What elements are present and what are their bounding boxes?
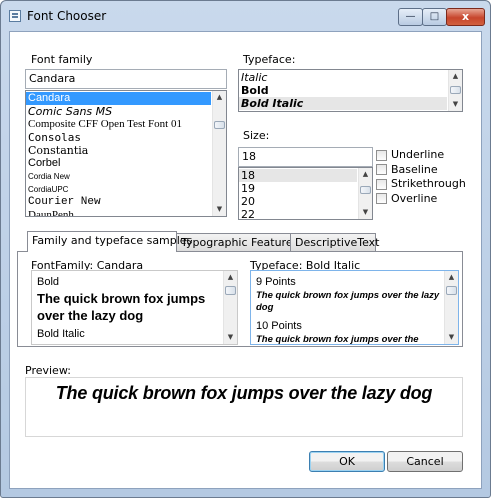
font-family-list-item[interactable]: Composite CFF Open Test Font 01 [26,118,211,131]
app-icon [9,10,21,22]
tab-family-samples[interactable]: Family and typeface samples [27,231,192,252]
checkbox-box[interactable] [376,193,387,204]
sample-text: The quick brown fox jumps over the [256,334,419,345]
minimize-button[interactable]: — [398,8,423,26]
preview-label: Preview: [25,364,71,377]
tab-label: Family and typeface samples [32,234,193,247]
font-family-list-item[interactable]: Cordia New [26,170,211,183]
tab-typographic-features[interactable]: Typographic Features [176,233,298,251]
font-family-list-item[interactable]: Comic Sans MS [26,105,211,118]
title-bar[interactable]: Font Chooser — □ x [1,1,490,31]
preview-text: The quick brown fox jumps over the lazy … [55,383,433,403]
scroll-thumb[interactable] [225,286,236,295]
scroll-thumb[interactable] [214,121,225,129]
scroll-up-arrow-icon[interactable]: ▲ [449,70,462,83]
font-family-label: Font family [31,53,93,66]
checkbox-overline[interactable]: Overline [376,192,437,206]
sample-caption: Bold [37,276,60,288]
sample-caption: 9 Points [256,276,296,288]
family-samples-scrollbar[interactable]: ▲ ▼ [223,271,237,344]
size-list-item[interactable]: 20 [239,195,357,208]
typeface-list-item[interactable]: Bold Italic [239,97,447,110]
sample-caption: Bold Italic [37,328,85,340]
typeface-list-item[interactable]: Bold [239,84,447,97]
sample-text: The quick brown fox jumps over the lazy … [256,290,440,313]
tab-label: DescriptiveText [295,236,380,249]
scroll-down-arrow-icon[interactable]: ▼ [449,98,462,111]
close-button[interactable]: x [446,8,485,26]
checkbox-label: Baseline [391,162,438,176]
scroll-thumb[interactable] [360,186,371,194]
checkbox-label: Strikethrough [391,177,466,190]
family-samples-box[interactable]: Bold The quick brown fox jumps over the l… [31,270,238,345]
scroll-thumb[interactable] [446,286,457,295]
ok-button[interactable]: OK [309,451,385,472]
preview-box: The quick brown fox jumps over the lazy … [25,377,463,437]
font-chooser-window: Font Chooser — □ x Font family Candara C… [0,0,491,498]
scroll-up-arrow-icon[interactable]: ▲ [445,271,458,284]
size-list-item[interactable]: 19 [239,182,357,195]
checkbox-strikethrough[interactable]: Strikethrough [376,177,466,191]
checkbox-label: Overline [391,191,438,205]
size-label: Size: [243,129,270,142]
tab-label: Typographic Features [181,236,299,249]
scroll-down-arrow-icon[interactable]: ▼ [224,331,237,344]
font-family-list-item[interactable]: Corbel [26,157,211,170]
checkbox-label: Underline [391,148,445,161]
window-title: Font Chooser [27,9,107,23]
font-family-list-item[interactable]: Constantia [26,144,211,157]
maximize-button[interactable]: □ [422,8,447,26]
sample-caption: 10 Points [256,320,302,332]
typeface-samples-scrollbar[interactable]: ▲ ▼ [444,271,458,344]
size-list-item[interactable]: 22 [239,208,357,219]
checkbox-box[interactable] [376,149,387,161]
size-scrollbar[interactable]: ▲ ▼ [358,168,372,219]
checkbox-underline[interactable]: Underline [376,148,444,162]
scroll-down-arrow-icon[interactable]: ▼ [445,331,458,344]
typeface-scrollbar[interactable]: ▲ ▼ [448,70,462,111]
font-family-list-item[interactable]: Courier New [26,196,211,209]
size-list[interactable]: 18 19 20 22 ▲ ▼ [238,167,373,220]
font-family-scrollbar[interactable]: ▲ ▼ [212,91,226,216]
scroll-up-arrow-icon[interactable]: ▲ [224,271,237,284]
typeface-list[interactable]: Italic Bold Bold Italic ▲ ▼ [238,69,463,112]
checkbox-box[interactable] [376,164,387,175]
typeface-list-item[interactable]: Italic [239,71,447,84]
tab-descriptive-text[interactable]: DescriptiveText [290,233,380,251]
font-family-input[interactable]: Candara [25,69,227,89]
checkbox-baseline[interactable]: Baseline [376,163,438,177]
scroll-thumb[interactable] [450,86,461,94]
font-family-list-item[interactable]: DaunPenh [26,209,211,216]
size-input[interactable]: 18 [238,147,373,167]
typeface-label: Typeface: [243,53,296,66]
font-family-list-item[interactable]: Candara [26,92,211,105]
size-list-item[interactable]: 18 [239,169,357,182]
font-family-list-item[interactable]: Consolas [26,131,211,144]
sample-text: The quick brown fox jumps over the lazy … [37,291,206,323]
cancel-button[interactable]: Cancel [387,451,463,472]
typeface-samples-box[interactable]: 9 Points The quick brown fox jumps over t… [250,270,459,345]
scroll-up-arrow-icon[interactable]: ▲ [213,91,226,104]
scroll-down-arrow-icon[interactable]: ▼ [359,206,372,219]
checkbox-box[interactable] [376,178,387,190]
scroll-down-arrow-icon[interactable]: ▼ [213,203,226,216]
scroll-up-arrow-icon[interactable]: ▲ [359,168,372,181]
font-family-list-item[interactable]: CordiaUPC [26,183,211,196]
font-family-list[interactable]: Candara Comic Sans MS Composite CFF Open T… [25,90,227,217]
